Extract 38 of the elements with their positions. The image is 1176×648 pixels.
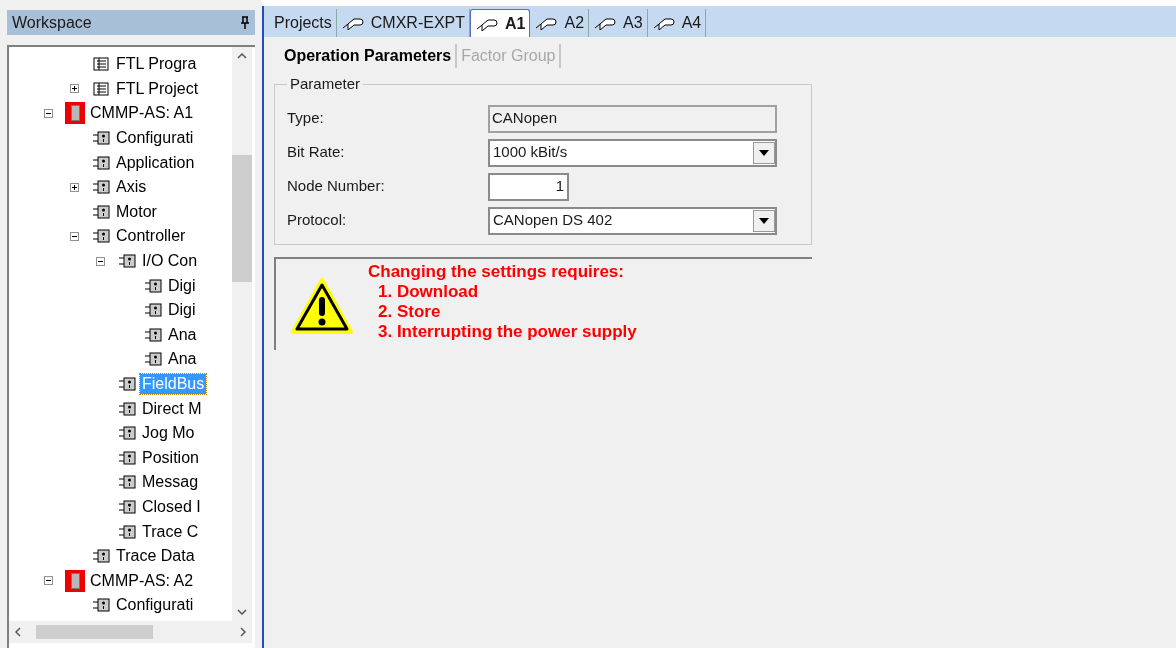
sub-tab[interactable]: Operation Parameters [280,44,458,68]
tree-item[interactable]: Application [114,152,197,173]
tree-item[interactable]: Ana [166,349,199,370]
field-label: Bit Rate: [287,142,346,163]
tree-item[interactable]: Digi [166,275,198,296]
field-label: Protocol: [287,210,348,231]
tree-item[interactable]: FTL Progra [114,54,199,75]
tree-item[interactable]: I/O Con [140,251,200,272]
warning-step: 2. Store [368,301,637,322]
tree-item[interactable]: Digi [166,300,198,321]
tree-item[interactable]: Direct M [140,398,204,419]
warning-step: 1. Download [368,281,637,302]
tab[interactable]: A1 [470,9,531,37]
tree-item[interactable]: Closed I [140,497,203,517]
tree-item[interactable]: Position [140,447,201,468]
tree-item[interactable]: CMMP-AS: A1 [88,103,196,124]
tree-item[interactable]: Ana [166,324,199,345]
tree-item[interactable]: Configurati [114,595,196,616]
warning-heading: Changing the settings requires: [368,261,625,282]
tree-item[interactable]: Jog Mo [140,423,197,444]
type-field: CANopen [488,104,777,133]
dropdown[interactable]: 1000 kBit/s [488,138,777,167]
tree-item[interactable]: Trace C [140,521,201,542]
warning-step: 3. Interrupting the power supply [368,321,637,342]
field-label: Node Number: [287,176,386,197]
field-label: Type: [287,108,325,129]
tree-item[interactable]: Axis [114,177,149,198]
panel-title: Workspace [12,12,92,33]
tree-item[interactable]: FTL Project [114,78,201,99]
tree-item[interactable]: Trace Data [114,546,197,567]
tree-item[interactable]: Messag [140,472,201,493]
tree-item[interactable]: CMMP-AS: A2 [88,570,196,591]
group-title: Parameter [289,74,362,94]
tree-item[interactable]: Configurati [114,128,196,149]
tree-item[interactable]: Controller [114,226,188,247]
dropdown[interactable]: CANopen DS 402 [488,206,777,235]
tree-item[interactable]: Motor [114,201,159,222]
number-field[interactable]: 1 [488,172,569,201]
